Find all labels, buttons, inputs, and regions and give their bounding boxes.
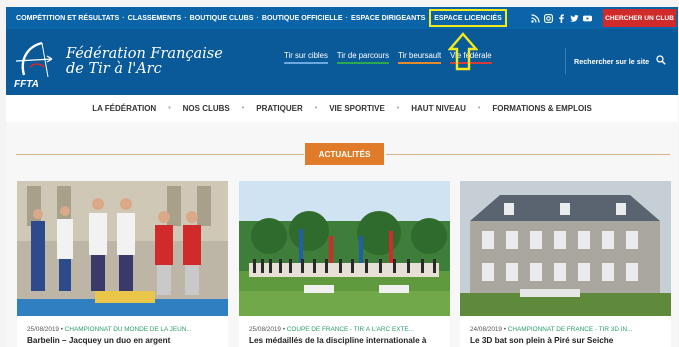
news-image-competition[interactable] bbox=[239, 181, 450, 316]
news-category[interactable]: COUPE DE FRANCE - TIR À L'ARC EXTÉ... bbox=[287, 326, 414, 333]
nav-la-federation[interactable]: LA FÉDÉRATION bbox=[92, 104, 156, 113]
highlight-arrow-icon bbox=[448, 32, 478, 71]
subnav-tir-beursault[interactable]: Tir beursault bbox=[398, 51, 442, 64]
svg-text:FFTA: FFTA bbox=[14, 79, 39, 89]
federation-title[interactable]: Fédération Française de Tir à l'Arc bbox=[66, 47, 223, 77]
site-header: FFTA Fédération Française de Tir à l'Arc… bbox=[6, 29, 678, 95]
federation-title-line2: de Tir à l'Arc bbox=[66, 61, 162, 77]
divider-right bbox=[386, 154, 670, 155]
nav-vie-sportive[interactable]: VIE SPORTIVE bbox=[329, 104, 385, 113]
divider-left bbox=[16, 154, 304, 155]
rss-icon[interactable] bbox=[531, 13, 540, 23]
social-icons bbox=[531, 7, 592, 29]
news-date: 24/08/2019 bbox=[470, 326, 502, 333]
news-meta: 25/08/2019 • COUPE DE FRANCE - TIR À L'A… bbox=[249, 326, 414, 333]
search-label: Rechercher sur le site bbox=[574, 56, 650, 66]
main-nav: LA FÉDÉRATION • NOS CLUBS • PRATIQUER • … bbox=[6, 95, 678, 122]
news-image-chateau[interactable] bbox=[460, 181, 671, 316]
facebook-icon[interactable] bbox=[557, 13, 566, 23]
news-category[interactable]: CHAMPIONNAT DE FRANCE - TIR 3D IN... bbox=[508, 326, 633, 333]
news-title[interactable]: Le 3D bat son plein à Piré sur Seiche bbox=[470, 336, 665, 346]
twitter-icon[interactable] bbox=[570, 14, 579, 23]
subnav-tir-sur-cibles[interactable]: Tir sur cibles bbox=[284, 51, 328, 64]
news-card[interactable]: 25/08/2019 • CHAMPIONNAT DU MONDE DE LA … bbox=[17, 181, 228, 347]
youtube-icon[interactable] bbox=[583, 14, 592, 23]
ffta-logo-icon[interactable]: FFTA bbox=[12, 37, 60, 89]
top-links: COMPÉTITION ET RÉSULTATS · CLASSEMENTS ·… bbox=[16, 14, 426, 22]
nav-haut-niveau[interactable]: HAUT NIVEAU bbox=[411, 104, 466, 113]
news-image-podium[interactable] bbox=[17, 181, 228, 316]
top-link-espace-dirigeants[interactable]: ESPACE DIRIGEANTS bbox=[351, 14, 425, 22]
top-link-boutique-clubs[interactable]: BOUTIQUE CLUBS bbox=[190, 14, 254, 22]
nav-pratiquer[interactable]: PRATIQUER bbox=[256, 104, 303, 113]
search-icon[interactable] bbox=[656, 54, 666, 68]
site-search[interactable]: Rechercher sur le site bbox=[565, 48, 674, 74]
instagram-icon[interactable] bbox=[544, 13, 553, 23]
news-title[interactable]: Les médaillés de la discipline internati… bbox=[249, 336, 444, 347]
subnav-tir-de-parcours[interactable]: Tir de parcours bbox=[336, 51, 390, 64]
news-card[interactable]: 24/08/2019 • CHAMPIONNAT DE FRANCE - TIR… bbox=[460, 181, 671, 347]
news-category[interactable]: CHAMPIONNAT DU MONDE DE LA JEUN... bbox=[65, 326, 192, 333]
nav-formations-emplois[interactable]: FORMATIONS & EMPLOIS bbox=[492, 104, 591, 113]
news-meta: 25/08/2019 • CHAMPIONNAT DU MONDE DE LA … bbox=[27, 326, 192, 333]
top-link-boutique-officielle[interactable]: BOUTIQUE OFFICIELLE bbox=[262, 14, 343, 22]
top-link-competitions[interactable]: COMPÉTITION ET RÉSULTATS bbox=[16, 14, 119, 22]
chercher-club-button[interactable]: CHERCHER UN CLUB bbox=[603, 9, 676, 27]
espace-licencies-link[interactable]: ESPACE LICENCIÉS bbox=[429, 9, 507, 27]
news-date: 25/08/2019 bbox=[249, 326, 281, 333]
news-card[interactable]: 25/08/2019 • COUPE DE FRANCE - TIR À L'A… bbox=[239, 181, 450, 347]
news-title[interactable]: Barbelin – Jacquey un duo en argent bbox=[27, 336, 222, 346]
federation-title-line1: Fédération Française bbox=[66, 46, 223, 62]
news-date: 25/08/2019 bbox=[27, 326, 59, 333]
nav-nos-clubs[interactable]: NOS CLUBS bbox=[183, 104, 230, 113]
top-bar: COMPÉTITION ET RÉSULTATS · CLASSEMENTS ·… bbox=[6, 7, 678, 29]
top-link-classements[interactable]: CLASSEMENTS bbox=[128, 14, 182, 22]
actualites-heading[interactable]: ACTUALITÉS bbox=[305, 143, 384, 165]
news-meta: 24/08/2019 • CHAMPIONNAT DE FRANCE - TIR… bbox=[470, 326, 633, 333]
